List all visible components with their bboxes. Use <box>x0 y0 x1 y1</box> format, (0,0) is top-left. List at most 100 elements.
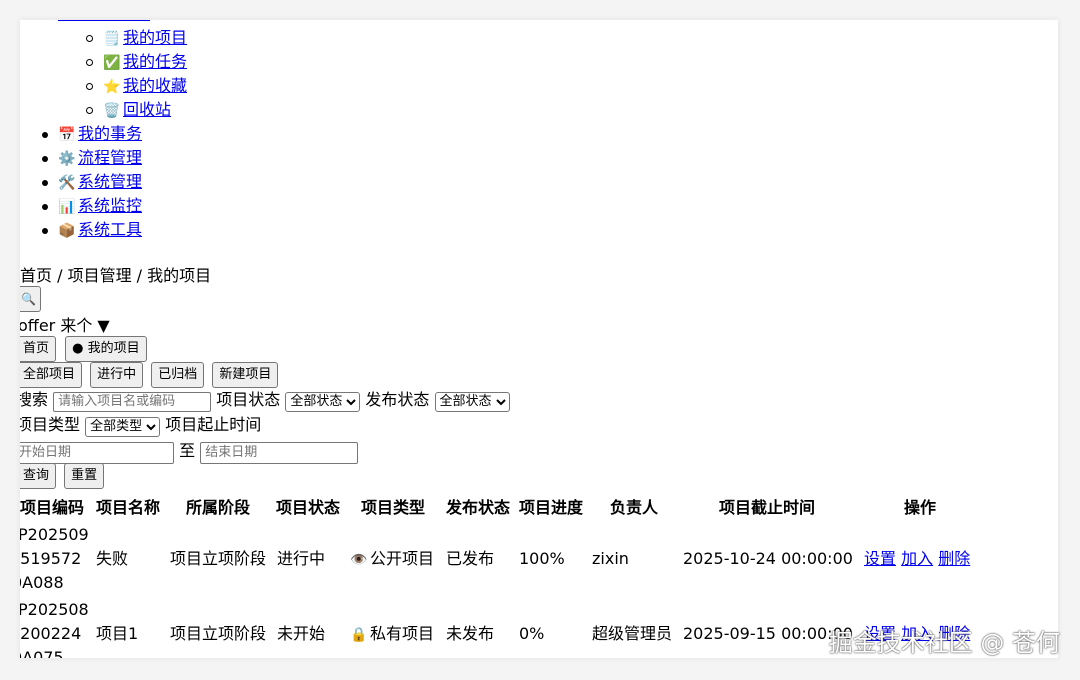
trash-icon: 🗑️ <box>103 103 121 119</box>
menu-item-my-tasks[interactable]: ✅ 我的任务 <box>86 51 187 73</box>
join-link[interactable]: 加入 <box>901 549 933 568</box>
start-date-input[interactable] <box>20 441 174 464</box>
reset-button[interactable]: 重置 <box>64 463 105 489</box>
menu-label: 流程管理 <box>78 148 143 167</box>
filter-row-1: 搜索 项目状态 全部状态 发布状态 全部状态 <box>20 389 510 412</box>
menu-item-system-monitor[interactable]: 📊 系统监控 <box>42 195 142 217</box>
package-icon: 📦 <box>58 223 76 239</box>
menu-item-recycle-bin[interactable]: 🗑️ 回收站 <box>86 99 171 121</box>
menu-label: 我的任务 <box>123 52 188 71</box>
status-select[interactable]: 全部状态 <box>285 391 361 412</box>
status-label: 项目状态 <box>216 390 281 409</box>
cell-progress: 100% <box>519 549 565 568</box>
gear-icon: ⚙️ <box>58 151 76 167</box>
cell-progress: 0% <box>519 624 545 643</box>
col-header-name: 项目名称 <box>96 498 161 517</box>
col-header-progress: 项目进度 <box>519 498 584 517</box>
tab-archived[interactable]: 已归档 <box>151 362 205 388</box>
filter-tabs: 全部项目 进行中 已归档 新建项目 <box>20 362 279 388</box>
bullet-icon <box>42 131 48 138</box>
col-header-type: 项目类型 <box>361 498 426 517</box>
search-icon: 🔍 <box>20 286 41 312</box>
menu-label: 回收站 <box>123 100 172 119</box>
col-header-deadline: 项目截止时间 <box>719 498 816 517</box>
bullet-icon <box>42 155 48 162</box>
col-header-code: 项目编码 <box>20 498 85 517</box>
menu-item-my-favorites[interactable]: ⭐ 我的收藏 <box>86 75 187 97</box>
col-header-publish: 发布状态 <box>446 498 511 517</box>
tab-all-projects[interactable]: 全部项目 <box>20 362 83 388</box>
cell-code: P202508 1200224 0A075 <box>20 600 89 658</box>
tab-home[interactable]: 首页 <box>20 336 57 362</box>
breadcrumb: 首页 / 项目管理 / 我的项目 <box>20 266 212 285</box>
filter-row-2: 项目类型 全部类型 项目起止时间 <box>20 414 262 437</box>
page-tabs: 首页 ● 我的项目 <box>20 336 147 362</box>
tab-my-projects[interactable]: ● 我的项目 <box>65 336 147 362</box>
lock-icon: 🔒 <box>350 627 368 643</box>
bar-chart-icon: 📊 <box>58 199 76 215</box>
cell-deadline: 2025-09-15 00:00:00 <box>683 624 853 643</box>
cell-name: 项目1 <box>96 624 139 643</box>
publish-select[interactable]: 全部状态 <box>434 391 510 412</box>
bullet-icon <box>86 59 93 66</box>
user-menu-toggle[interactable]: offer 来个 ▼ <box>20 312 110 336</box>
date-range-label: 项目起止时间 <box>165 415 262 434</box>
bullet-icon <box>86 107 93 114</box>
menu-label: 系统工具 <box>78 220 143 239</box>
browser-page: 🗒️ 我的项目 ✅ 我的任务 ⭐ 我的收藏 🗑️ 回收站 📅 我的事务 ⚙️ 流程管理 🛠️… <box>20 20 1058 658</box>
cell-owner: zixin <box>592 549 629 568</box>
menu-label: 系统管理 <box>78 172 143 191</box>
cell-stage: 项目立项阶段 <box>170 549 267 568</box>
cell-publish: 已发布 <box>446 549 495 568</box>
menu-top-link-underline <box>58 20 150 21</box>
check-icon: ✅ <box>103 55 121 71</box>
cell-name: 失败 <box>96 549 129 568</box>
menu-item-system-tools[interactable]: 📦 系统工具 <box>42 219 142 241</box>
type-label: 项目类型 <box>20 415 81 434</box>
menu-item-my-affairs[interactable]: 📅 我的事务 <box>42 123 142 145</box>
cell-stage: 项目立项阶段 <box>170 624 267 643</box>
new-project-button[interactable]: 新建项目 <box>212 362 279 388</box>
star-icon: ⭐ <box>103 79 121 95</box>
cell-owner: 超级管理员 <box>592 624 673 643</box>
cell-status: 进行中 <box>277 549 326 568</box>
menu-item-system-admin[interactable]: 🛠️ 系统管理 <box>42 171 142 193</box>
watermark-text: 掘金技术社区 @ 苍何 <box>828 629 1060 657</box>
bullet-icon <box>86 35 93 42</box>
cell-code: P202509 0519572 0A088 <box>20 525 89 592</box>
tools-icon: 🛠️ <box>58 175 76 191</box>
search-input[interactable] <box>53 391 212 412</box>
col-header-actions: 操作 <box>904 498 937 517</box>
cell-status: 未开始 <box>277 624 326 643</box>
notepad-icon: 🗒️ <box>103 31 121 47</box>
bullet-icon <box>42 227 48 234</box>
publish-label: 发布状态 <box>365 390 430 409</box>
search-label: 搜索 <box>20 390 49 409</box>
col-header-owner: 负责人 <box>610 498 659 517</box>
delete-link[interactable]: 删除 <box>938 549 970 568</box>
filter-actions: 查询 重置 <box>20 463 105 489</box>
cell-deadline: 2025-10-24 00:00:00 <box>683 549 853 568</box>
eye-icon: 👁️ <box>350 552 368 568</box>
menu-label: 我的项目 <box>123 28 188 47</box>
menu-item-my-projects[interactable]: 🗒️ 我的项目 <box>86 27 187 49</box>
menu-label: 系统监控 <box>78 196 143 215</box>
cell-publish: 未发布 <box>446 624 495 643</box>
bullet-icon <box>86 83 93 90</box>
search-button[interactable]: 🔍 <box>20 286 41 312</box>
menu-item-workflow[interactable]: ⚙️ 流程管理 <box>42 147 142 169</box>
menu-label: 我的事务 <box>78 124 143 143</box>
bullet-icon <box>42 179 48 186</box>
calendar-icon: 📅 <box>58 127 76 143</box>
col-header-status: 项目状态 <box>276 498 341 517</box>
filter-row-3: 至 <box>20 439 359 464</box>
menu-label: 我的收藏 <box>123 76 188 95</box>
end-date-input[interactable] <box>200 441 359 464</box>
bullet-icon <box>42 203 48 210</box>
cell-type: 👁️ 公开项目 <box>350 547 434 572</box>
type-select[interactable]: 全部类型 <box>85 416 161 437</box>
settings-link[interactable]: 设置 <box>864 549 896 568</box>
cell-actions: 设置 加入 删除 <box>864 547 970 571</box>
query-button[interactable]: 查询 <box>20 463 57 489</box>
tab-in-progress[interactable]: 进行中 <box>90 362 144 388</box>
